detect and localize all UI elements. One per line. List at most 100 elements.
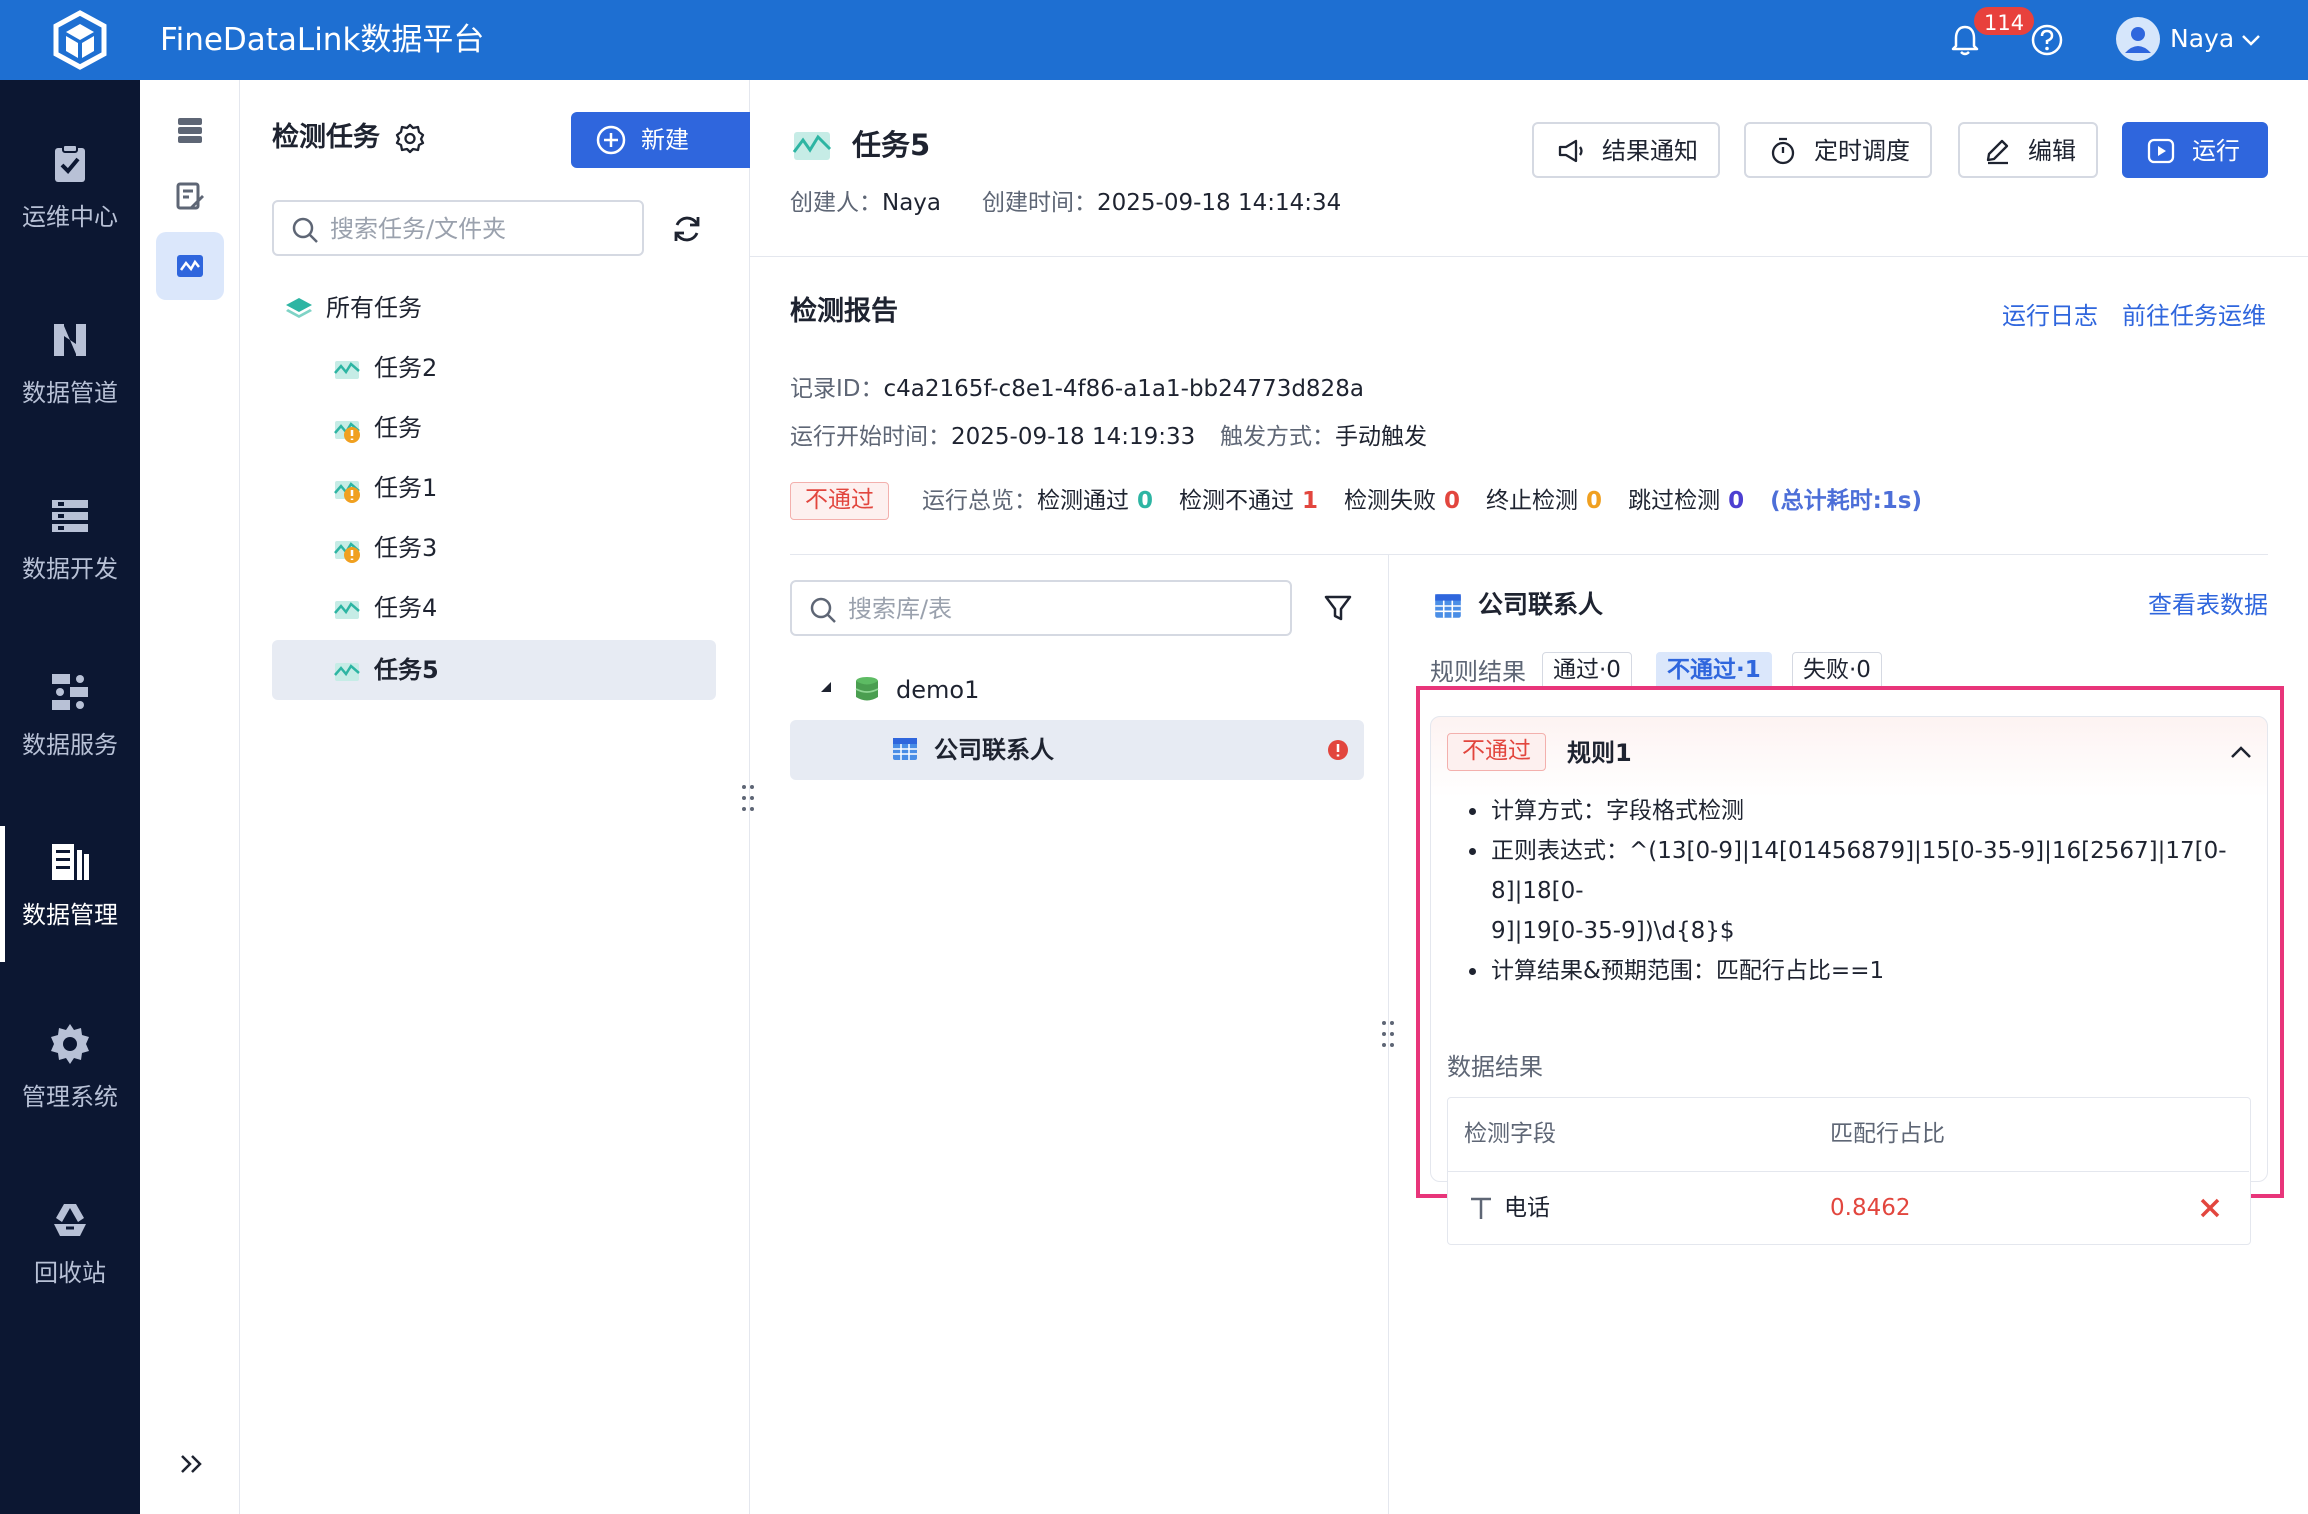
chevron-up-icon[interactable] — [2227, 739, 2255, 767]
task-name: 任务1 — [374, 474, 438, 502]
trigger-type: 触发方式：手动触发 — [1220, 420, 1427, 454]
record-id-value: c4a2165f-c8e1-4f86-a1a1-bb24773d828a — [883, 376, 1364, 402]
chevron-down-icon[interactable] — [2238, 27, 2264, 53]
view-table-data-link[interactable]: 查看表数据 — [2148, 586, 2268, 624]
nav-item-data-management[interactable]: 数据管理 — [0, 826, 140, 962]
edit-label: 编辑 — [2028, 137, 2076, 165]
filter-pill-fail[interactable]: 失败·0 — [1792, 652, 1882, 690]
search-icon — [810, 597, 836, 623]
col-field: 检测字段 — [1464, 1121, 1556, 1147]
task-search[interactable] — [272, 200, 644, 256]
created-value: 2025-09-18 14:14:34 — [1097, 190, 1342, 216]
nav-item-admin[interactable]: 管理系统 — [0, 1008, 140, 1138]
run-button[interactable]: 运行 — [2122, 122, 2268, 178]
task-item[interactable]: 任务1 — [272, 458, 716, 518]
monitor-chart-icon — [177, 255, 203, 277]
nav-item-service[interactable]: 数据服务 — [0, 656, 140, 786]
record-id-label: 记录ID： — [790, 376, 884, 402]
rule-result-label: 规则结果 — [1430, 658, 1526, 686]
pipeline-icon — [54, 324, 86, 356]
passed-count: 0 — [1137, 488, 1154, 514]
creator-value: Naya — [882, 190, 942, 216]
drag-handle-icon[interactable] — [1378, 1018, 1398, 1050]
task-item[interactable]: 任务3 — [272, 518, 716, 578]
run-start: 运行开始时间：2025-09-18 14:19:33 — [790, 420, 1195, 454]
task-item[interactable]: 任务 — [272, 398, 716, 458]
gear-icon — [51, 1024, 89, 1064]
quality-task-icon — [792, 132, 832, 160]
quality-task-warning-icon — [334, 481, 360, 503]
goto-ops-link[interactable]: 前往任务运维 — [2122, 298, 2266, 334]
nav-item-development[interactable]: 数据开发 — [0, 480, 140, 610]
edit-button[interactable]: 编辑 — [1958, 122, 2098, 178]
top-header: FineDataLink数据平台 114 Naya — [0, 0, 2308, 80]
run-log-link[interactable]: 运行日志 — [2002, 298, 2098, 334]
tree-root-all-tasks[interactable]: 所有任务 — [272, 278, 716, 338]
quality-task-icon — [334, 361, 360, 379]
rail-edit-data[interactable] — [156, 162, 224, 230]
user-name[interactable]: Naya — [2170, 20, 2234, 58]
col-ratio: 匹配行占比 — [1830, 1121, 1945, 1147]
overview-label: 运行总览： — [922, 488, 1037, 514]
new-task-button[interactable]: 新建 — [571, 112, 757, 168]
not-passed-count: 1 — [1302, 488, 1319, 514]
task-panel-title: 检测任务 — [272, 122, 380, 153]
trigger-value: 手动触发 — [1335, 424, 1427, 450]
failed-label: 检测失败 — [1344, 488, 1437, 514]
row-field: 电话 — [1504, 1195, 1550, 1221]
table-header: 检测字段 匹配行占比 — [1448, 1098, 2249, 1172]
main-content: 任务5 创建人：Naya 创建时间：2025-09-18 14:14:34 结果… — [742, 80, 2308, 1514]
timer-icon — [1771, 137, 1795, 165]
caret-down-icon[interactable] — [818, 680, 834, 696]
drag-handle-icon[interactable] — [738, 782, 758, 814]
schedule-button[interactable]: 定时调度 — [1744, 122, 1932, 178]
rail-quality-check[interactable] — [156, 232, 224, 300]
result-notify-button[interactable]: 结果通知 — [1532, 122, 1720, 178]
filter-icon[interactable] — [1322, 592, 1354, 624]
quality-task-icon — [334, 601, 360, 619]
stopped-count: 0 — [1586, 488, 1603, 514]
rule-calc-method: 计算方式：字段格式检测 — [1467, 791, 2247, 831]
filter-pill-notpass[interactable]: 不通过·1 — [1656, 652, 1772, 690]
rail-database[interactable] — [156, 96, 224, 164]
notification-badge: 114 — [1972, 5, 2037, 37]
nav-label: 数据管理 — [22, 901, 118, 929]
detail-table-name: 公司联系人 — [1478, 590, 1604, 619]
expand-sidebar-icon[interactable] — [174, 1446, 210, 1482]
passed-label: 检测通过 — [1037, 488, 1129, 514]
nav-item-ops-center[interactable]: 运维中心 — [0, 128, 140, 258]
nav-label: 数据开发 — [22, 555, 118, 583]
task-item[interactable]: 任务4 — [272, 578, 716, 638]
refresh-icon[interactable] — [670, 212, 704, 246]
db-tree-database[interactable]: demo1 — [790, 660, 1364, 720]
db-tree-table-selected[interactable]: 公司联系人 — [790, 720, 1364, 780]
rule-regex: 正则表达式：^(13[0-9]|14[01456879]|15[0-35-9]|… — [1467, 831, 2247, 951]
task-item[interactable]: 任务2 — [272, 338, 716, 398]
nav-label: 管理系统 — [22, 1083, 118, 1111]
task-name: 任务 — [374, 414, 422, 442]
db-search[interactable] — [790, 580, 1292, 636]
filter-pill-pass[interactable]: 通过·0 — [1542, 652, 1632, 690]
trigger-label: 触发方式： — [1220, 424, 1335, 450]
main-nav: 运维中心 数据管道 数据开发 数据服务 数据管理 管理系统 回收站 — [0, 80, 140, 1514]
help-icon[interactable] — [2028, 21, 2066, 59]
task-search-input[interactable] — [330, 210, 630, 248]
tree-root-label: 所有任务 — [326, 294, 422, 322]
task-name: 任务3 — [374, 534, 438, 562]
divider — [790, 554, 2268, 555]
nav-item-pipeline[interactable]: 数据管道 — [0, 304, 140, 434]
record-id: 记录ID：c4a2165f-c8e1-4f86-a1a1-bb24773d828… — [790, 372, 1364, 406]
recycle-icon — [54, 1204, 86, 1236]
data-management-icon — [52, 844, 89, 880]
text-field-icon — [1471, 1197, 1491, 1219]
database-name: demo1 — [896, 676, 980, 704]
settings-icon[interactable] — [394, 122, 426, 154]
task-name: 任务5 — [374, 656, 439, 684]
task-item-selected[interactable]: 任务5 — [272, 640, 716, 700]
db-search-input[interactable] — [848, 590, 1278, 628]
avatar[interactable] — [2116, 17, 2160, 61]
table-row[interactable]: 电话 0.8462 — [1448, 1172, 2249, 1244]
app-logo-icon[interactable] — [50, 10, 110, 70]
user-icon — [2125, 27, 2151, 53]
nav-item-recycle-bin[interactable]: 回收站 — [0, 1184, 140, 1314]
